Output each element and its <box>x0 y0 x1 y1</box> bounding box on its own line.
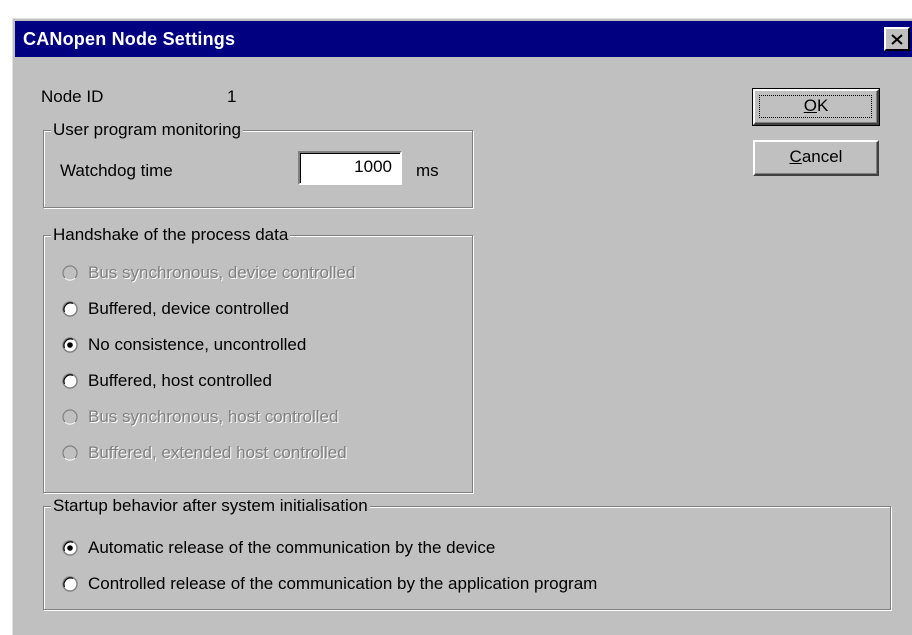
focus-rect <box>759 95 872 118</box>
radio-label: Buffered, device controlled <box>88 299 289 318</box>
startup-behavior-legend: Startup behavior after system initialisa… <box>51 495 370 517</box>
radio-unchecked-icon <box>62 576 78 592</box>
window-title: CANopen Node Settings <box>23 29 236 49</box>
radio-label: Buffered, extended host controlled <box>88 443 347 462</box>
radio-unchecked-icon <box>62 301 78 317</box>
close-icon <box>891 33 903 45</box>
user-program-monitoring-group: User program monitoring Watchdog time 10… <box>43 119 473 208</box>
cancel-mnemonic: C <box>789 147 802 166</box>
radio-label: Controlled release of the communication … <box>88 574 598 593</box>
radio-no-consistence-uncontrolled[interactable]: No consistence, uncontrolled <box>62 334 306 356</box>
radio-buffered-host-controlled[interactable]: Buffered, host controlled <box>62 370 272 392</box>
handshake-legend: Handshake of the process data <box>51 224 291 246</box>
radio-unchecked-disabled-icon <box>62 409 78 425</box>
radio-bus-sync-host-controlled[interactable]: Bus synchronous, host controlled <box>62 406 338 428</box>
close-button[interactable] <box>884 27 910 51</box>
radio-checked-icon <box>62 540 78 556</box>
radio-unchecked-disabled-icon <box>62 265 78 281</box>
radio-label: Buffered, host controlled <box>88 371 272 390</box>
settings-dialog: CANopen Node Settings Node ID 1 User pro… <box>12 18 912 635</box>
title-bar[interactable]: CANopen Node Settings <box>15 21 912 57</box>
cancel-button[interactable]: Cancel <box>753 140 879 176</box>
handshake-group: Handshake of the process data Bus synchr… <box>43 224 473 493</box>
watchdog-time-input[interactable]: 1000 <box>298 151 402 185</box>
radio-label: Automatic release of the communication b… <box>88 538 496 557</box>
radio-buffered-extended-host-controlled[interactable]: Buffered, extended host controlled <box>62 442 347 464</box>
radio-unchecked-icon <box>62 373 78 389</box>
radio-bus-sync-device-controlled[interactable]: Bus synchronous, device controlled <box>62 262 355 284</box>
node-id-label: Node ID <box>41 87 104 106</box>
radio-unchecked-disabled-icon <box>62 445 78 461</box>
startup-behavior-group: Startup behavior after system initialisa… <box>43 495 891 610</box>
radio-label: Bus synchronous, host controlled <box>88 407 339 426</box>
radio-controlled-release[interactable]: Controlled release of the communication … <box>62 573 597 595</box>
radio-label: No consistence, uncontrolled <box>88 335 307 354</box>
ok-button[interactable]: OK <box>752 88 880 126</box>
radio-buffered-device-controlled[interactable]: Buffered, device controlled <box>62 298 289 320</box>
radio-automatic-release[interactable]: Automatic release of the communication b… <box>62 537 495 559</box>
cancel-label-rest: ancel <box>801 147 843 166</box>
radio-label: Bus synchronous, device controlled <box>88 263 356 282</box>
watchdog-time-label: Watchdog time <box>60 161 173 180</box>
user-program-monitoring-legend: User program monitoring <box>51 119 244 141</box>
node-id-value: 1 <box>227 87 237 106</box>
radio-checked-icon <box>62 337 78 353</box>
watchdog-unit-label: ms <box>416 161 439 180</box>
